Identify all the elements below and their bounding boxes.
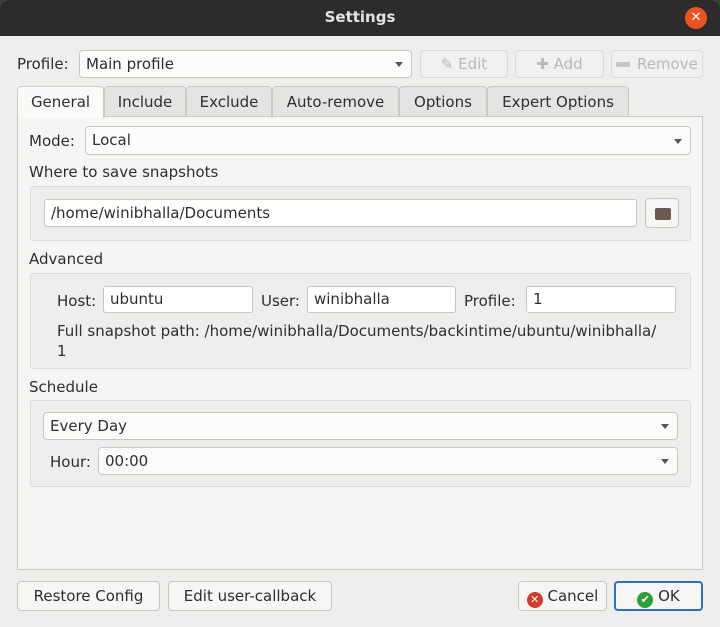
hour-select-value: 00:00	[105, 452, 149, 470]
schedule-group: Every Day Hour: 00:00	[30, 400, 691, 487]
general-panel: Mode: Local Where to save snapshots /hom…	[17, 116, 703, 570]
tab-options[interactable]: Options	[399, 86, 487, 117]
checkmark-icon: ✔	[637, 592, 654, 608]
profile-label: Profile:	[17, 55, 69, 73]
tab-expert-options[interactable]: Expert Options	[487, 86, 629, 117]
schedule-heading: Schedule	[29, 378, 98, 396]
folder-icon	[655, 208, 671, 220]
ok-button[interactable]: ✔ OK	[614, 581, 703, 611]
advanced-heading: Advanced	[29, 250, 104, 268]
mode-select[interactable]: Local	[85, 126, 691, 155]
schedule-select[interactable]: Every Day	[43, 412, 678, 440]
settings-dialog: Settings ✕ Profile: Main profile ✎ Edit …	[0, 0, 720, 627]
user-field[interactable]: winibhalla	[307, 286, 456, 313]
ok-label: OK	[658, 587, 680, 605]
full-snapshot-path-line-2: 1	[57, 342, 67, 360]
profile-id-field[interactable]: 1	[526, 286, 676, 313]
profile-select[interactable]: Main profile	[79, 50, 412, 78]
chevron-down-icon	[661, 424, 669, 429]
browse-folder-button[interactable]	[645, 198, 679, 228]
edit-profile-label: Edit	[458, 55, 488, 73]
chevron-down-icon	[395, 62, 403, 67]
snapshot-path-field[interactable]: /home/winibhalla/Documents	[44, 199, 637, 227]
profile-select-value: Main profile	[86, 55, 174, 73]
advanced-group: Host: ubuntu User: winibhalla Profile: 1…	[30, 273, 691, 369]
schedule-select-value: Every Day	[50, 417, 128, 435]
tab-general[interactable]: General	[17, 86, 104, 118]
pencil-icon: ✎	[440, 55, 454, 73]
tab-include[interactable]: Include	[104, 86, 186, 117]
title-bar: Settings ✕	[0, 0, 720, 36]
plus-icon: ✚	[536, 55, 549, 73]
edit-profile-button[interactable]: ✎ Edit	[420, 50, 508, 78]
close-icon: ✕	[690, 10, 702, 25]
hour-label: Hour:	[50, 453, 91, 471]
cancel-label: Cancel	[547, 587, 599, 605]
edit-user-callback-button[interactable]: Edit user-callback	[168, 581, 332, 611]
where-to-save-heading: Where to save snapshots	[29, 163, 219, 181]
chevron-down-icon	[674, 138, 682, 144]
window-title: Settings	[324, 8, 396, 26]
cancel-icon: ✕	[526, 592, 543, 608]
close-button[interactable]: ✕	[685, 7, 707, 29]
host-field[interactable]: ubuntu	[103, 286, 253, 313]
add-profile-label: Add	[553, 55, 583, 73]
chevron-down-icon	[661, 459, 669, 464]
mode-label: Mode:	[29, 132, 75, 150]
mode-select-value: Local	[92, 131, 131, 149]
profile-id-label: Profile:	[464, 292, 516, 310]
add-profile-button[interactable]: ✚ Add	[515, 50, 604, 78]
remove-profile-label: Remove	[636, 55, 698, 73]
minus-icon	[616, 62, 631, 67]
cancel-button[interactable]: ✕ Cancel	[518, 581, 607, 611]
remove-profile-button[interactable]: Remove	[611, 50, 703, 78]
tab-auto-remove[interactable]: Auto-remove	[272, 86, 399, 117]
full-snapshot-path-line-1: Full snapshot path: /home/winibhalla/Doc…	[57, 322, 657, 340]
user-label: User:	[261, 292, 300, 310]
tab-exclude[interactable]: Exclude	[186, 86, 272, 117]
hour-select[interactable]: 00:00	[98, 447, 678, 475]
restore-config-button[interactable]: Restore Config	[17, 581, 160, 611]
host-label: Host:	[57, 292, 97, 310]
where-to-save-group: /home/winibhalla/Documents	[30, 186, 691, 241]
